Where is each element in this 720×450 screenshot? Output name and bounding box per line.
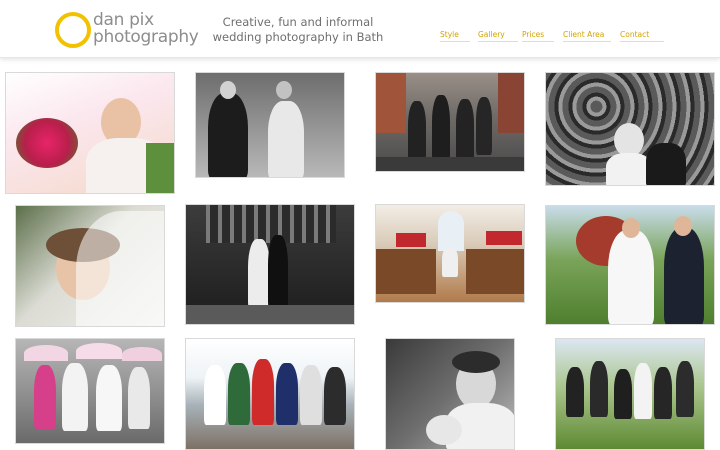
nav-gallery-link[interactable]: Gallery [478,30,518,42]
nav-prices-link[interactable]: Prices [522,30,554,42]
bride-bouquet-photo[interactable] [5,72,175,194]
nav-client-area-link[interactable]: Client Area [563,30,611,42]
logo-ring-icon [55,12,91,48]
bride-tiara-bw-photo[interactable] [385,338,515,450]
bride-veil-photo[interactable] [15,205,165,327]
couple-garden-photo[interactable] [545,205,715,325]
bridesmaids-umbrellas-photo[interactable] [15,338,165,444]
groomsmen-street-photo[interactable] [375,72,525,172]
couple-walking-bw-photo[interactable] [195,72,345,178]
logo-line-2: photography [93,27,199,47]
party-jumping-photo[interactable] [555,338,705,450]
church-aisle-photo[interactable] [375,204,525,303]
logo-text: dan pix photography [93,12,223,46]
beach-group-photo[interactable] [185,338,355,450]
site-header: dan pix photography Creative, fun and in… [0,0,720,58]
tagline-line-1: Creative, fun and informal [222,15,374,29]
couple-bridge-bw-photo[interactable] [185,204,355,325]
crowd-bw-photo[interactable] [545,72,715,186]
nav-style-link[interactable]: Style [440,30,470,42]
nav-contact-link[interactable]: Contact [620,30,664,42]
tagline-line-2: wedding photography in Bath [212,30,384,44]
tagline: Creative, fun and informal wedding photo… [212,15,384,45]
